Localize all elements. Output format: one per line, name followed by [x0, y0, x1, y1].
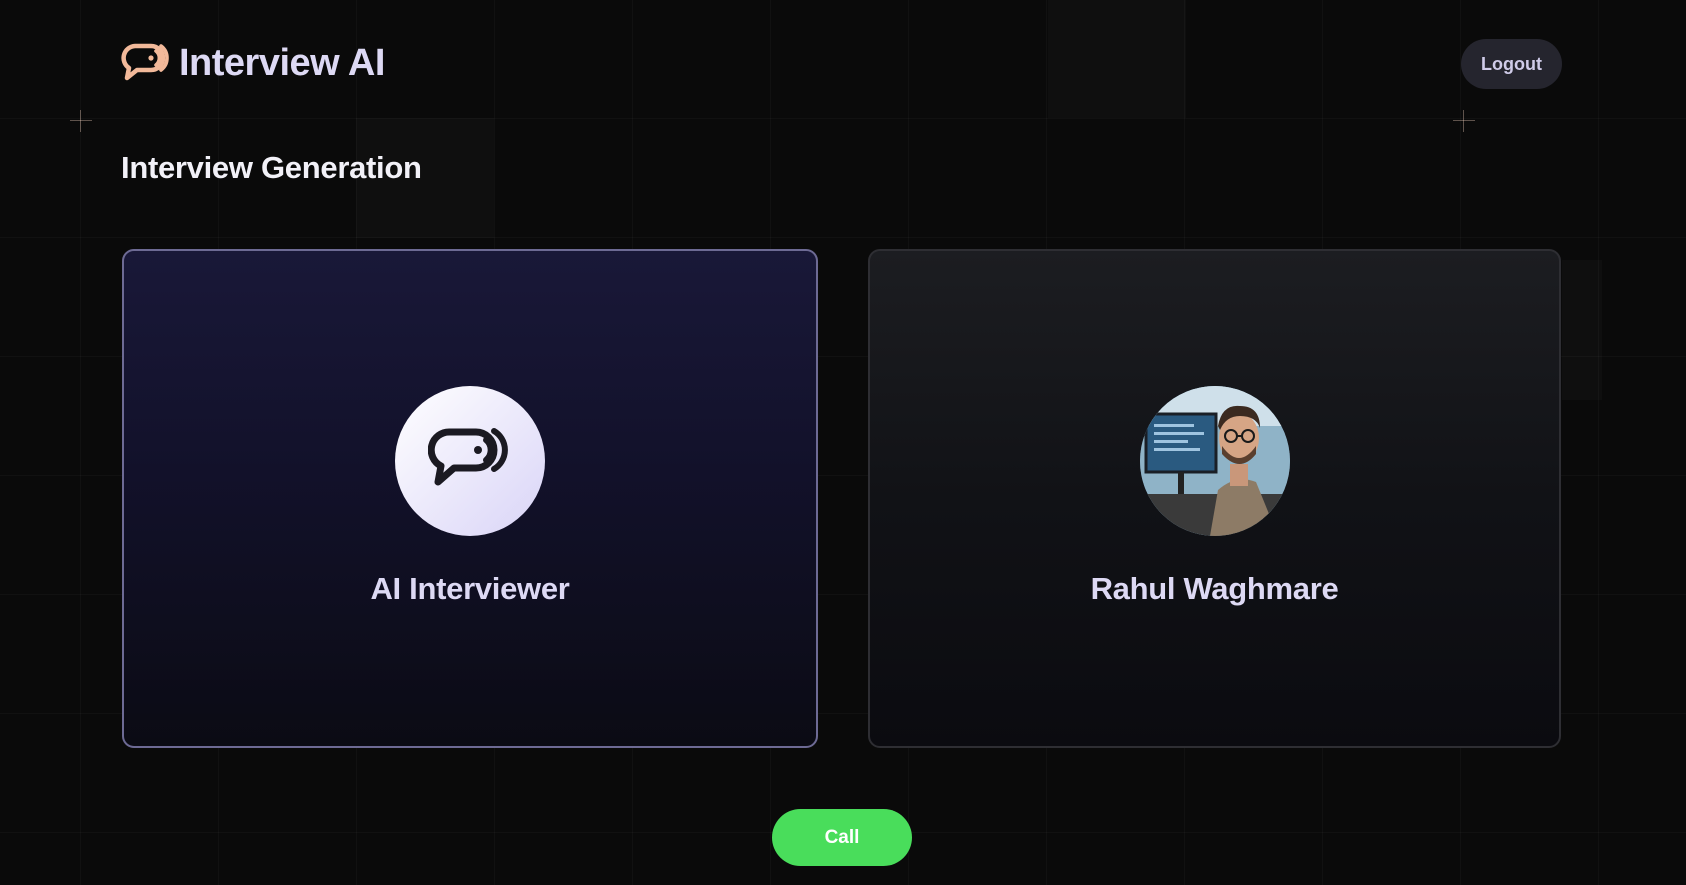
chat-bubble-voice-icon — [428, 428, 508, 486]
ai-interviewer-name: AI Interviewer — [370, 571, 570, 606]
ai-interviewer-card: AI Interviewer — [122, 249, 818, 748]
sparkle-decoration — [1453, 110, 1475, 132]
brand[interactable]: Interview AI — [121, 40, 385, 86]
user-avatar — [1139, 386, 1290, 536]
app-title: Interview AI — [179, 41, 385, 84]
logo-icon — [121, 43, 169, 81]
user-card: Rahul Waghmare — [868, 249, 1561, 748]
user-photo — [1139, 386, 1290, 536]
grid-highlight — [1562, 260, 1602, 400]
page-title: Interview Generation — [121, 150, 422, 185]
grid-highlight — [1048, 0, 1186, 118]
ai-avatar — [395, 386, 545, 536]
sparkle-decoration — [70, 110, 92, 132]
user-name: Rahul Waghmare — [1090, 571, 1339, 606]
interview-page: Interview AI Logout Interview Generation… — [0, 0, 1686, 885]
call-button[interactable]: Call — [772, 809, 912, 866]
logout-button[interactable]: Logout — [1461, 39, 1562, 89]
